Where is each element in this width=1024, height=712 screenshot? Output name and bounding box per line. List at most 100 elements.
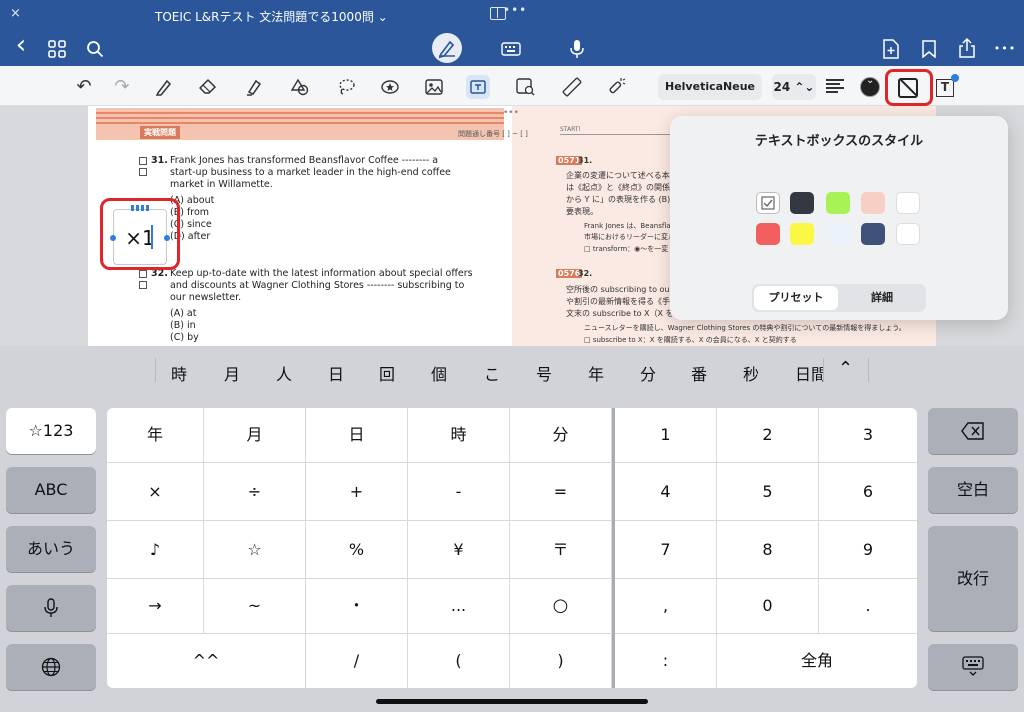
keyboard-icon[interactable] <box>498 36 524 62</box>
highlighter-icon[interactable] <box>242 75 266 99</box>
key[interactable]: - <box>408 463 509 520</box>
candidate-item[interactable]: 日 <box>328 361 344 385</box>
key[interactable]: ♪ <box>107 521 203 578</box>
text-box-style-button[interactable] <box>885 69 933 106</box>
detail-tab[interactable]: 詳細 <box>840 286 924 310</box>
swatch-light-blue[interactable] <box>826 223 850 245</box>
text-color-picker[interactable] <box>860 75 880 97</box>
question-checkbox[interactable] <box>139 270 147 278</box>
key[interactable]: 年 <box>107 408 203 462</box>
laser-pointer-icon[interactable] <box>604 75 628 99</box>
key[interactable]: ... <box>408 579 509 633</box>
undo-icon[interactable]: ↶ <box>72 75 96 99</box>
key[interactable]: / <box>306 634 407 688</box>
image-icon[interactable] <box>422 75 446 99</box>
multitask-dots-icon[interactable]: ••• <box>503 3 527 17</box>
text-box-drag-handle[interactable] <box>131 205 149 211</box>
key[interactable]: ~ <box>204 579 305 633</box>
swatch-red[interactable] <box>756 223 780 245</box>
globe-key[interactable] <box>6 644 96 690</box>
candidate-item[interactable]: 個 <box>431 361 447 385</box>
swatch-dark-gray[interactable] <box>790 192 814 214</box>
key[interactable]: → <box>107 579 203 633</box>
swatch-white-2[interactable] <box>896 223 920 245</box>
redo-icon[interactable]: ↷ <box>110 75 134 99</box>
bookmark-icon[interactable] <box>916 36 942 62</box>
question-checkbox[interactable] <box>139 157 147 165</box>
page-handle-dots[interactable]: ••• <box>503 108 519 118</box>
key[interactable]: ^^ <box>107 634 305 688</box>
text-box-right-handle[interactable] <box>164 235 170 241</box>
text-align-icon[interactable] <box>826 79 844 93</box>
space-key[interactable]: 空白 <box>928 467 1018 513</box>
key[interactable]: 月 <box>204 408 305 462</box>
swatch-white[interactable] <box>896 192 920 214</box>
key[interactable]: ( <box>408 634 509 688</box>
key[interactable]: 日 <box>306 408 407 462</box>
candidate-item[interactable]: 年 <box>588 361 604 385</box>
swatch-peach[interactable] <box>861 192 885 214</box>
font-size-selector[interactable]: 24 ⌃⌄ <box>772 74 816 100</box>
key[interactable]: , <box>615 579 716 633</box>
lasso-icon[interactable] <box>334 75 358 99</box>
text-box-tool-icon[interactable] <box>466 75 490 99</box>
pen-mode-button[interactable] <box>432 33 462 63</box>
shapes-icon[interactable] <box>288 75 312 99</box>
candidate-item[interactable]: 人 <box>276 361 292 385</box>
back-icon[interactable]: ‹ <box>8 32 34 58</box>
number-symbol-key[interactable]: ☆123 <box>6 408 96 454</box>
text-format-icon[interactable]: T <box>936 74 959 97</box>
key[interactable]: ¥ <box>408 521 509 578</box>
swatch-yellow[interactable] <box>790 223 814 245</box>
candidate-item[interactable]: 秒 <box>743 361 759 385</box>
pen-icon[interactable] <box>152 75 176 99</box>
hide-keyboard-key[interactable] <box>928 644 1018 690</box>
key[interactable]: % <box>306 521 407 578</box>
more-icon[interactable]: ••• <box>992 36 1018 62</box>
candidate-item[interactable]: 回 <box>379 361 395 385</box>
kana-key[interactable]: あいう <box>6 526 96 572</box>
home-indicator[interactable] <box>376 699 648 704</box>
key[interactable]: + <box>306 463 407 520</box>
dictation-key[interactable] <box>6 585 96 631</box>
swatch-lime[interactable] <box>826 192 850 214</box>
share-icon[interactable] <box>954 36 980 62</box>
question-checkbox[interactable] <box>139 281 147 289</box>
grid-icon[interactable] <box>44 36 70 62</box>
key[interactable]: 9 <box>819 521 917 578</box>
ruler-icon[interactable] <box>560 75 584 99</box>
text-box-left-handle[interactable] <box>110 235 116 241</box>
key[interactable]: × <box>107 463 203 520</box>
candidate-item[interactable]: こ <box>484 361 500 385</box>
backspace-key[interactable] <box>928 408 1018 454</box>
candidate-item[interactable]: 日間 <box>795 361 823 385</box>
key[interactable]: 分 <box>510 408 611 462</box>
key[interactable]: 4 <box>615 463 716 520</box>
key[interactable]: 0 <box>717 579 818 633</box>
key[interactable]: . <box>819 579 917 633</box>
font-family-selector[interactable]: HelveticaNeue <box>658 74 762 100</box>
document-title[interactable]: TOEIC L&Rテスト 文法問題でる1000問 ⌄ <box>155 8 388 25</box>
eraser-icon[interactable] <box>196 75 220 99</box>
key[interactable]: ) <box>510 634 611 688</box>
key[interactable]: 8 <box>717 521 818 578</box>
key[interactable]: 6 <box>819 463 917 520</box>
key[interactable]: ☆ <box>204 521 305 578</box>
key[interactable]: 7 <box>615 521 716 578</box>
key[interactable]: 5 <box>717 463 818 520</box>
swatch-navy[interactable] <box>861 223 885 245</box>
abc-key[interactable]: ABC <box>6 467 96 513</box>
key[interactable]: 時 <box>408 408 509 462</box>
key[interactable]: = <box>510 463 611 520</box>
key[interactable]: ・ <box>306 579 407 633</box>
candidate-item[interactable]: 分 <box>640 361 656 385</box>
sticker-icon[interactable] <box>378 75 402 99</box>
element-search-icon[interactable] <box>514 75 538 99</box>
key[interactable]: ÷ <box>204 463 305 520</box>
text-box[interactable]: ×1 <box>113 209 167 265</box>
candidate-item[interactable]: 号 <box>536 361 552 385</box>
question-checkbox[interactable] <box>139 168 147 176</box>
add-page-icon[interactable] <box>878 36 904 62</box>
key[interactable]: 〒 <box>510 521 611 578</box>
key[interactable]: 1 <box>615 408 716 462</box>
